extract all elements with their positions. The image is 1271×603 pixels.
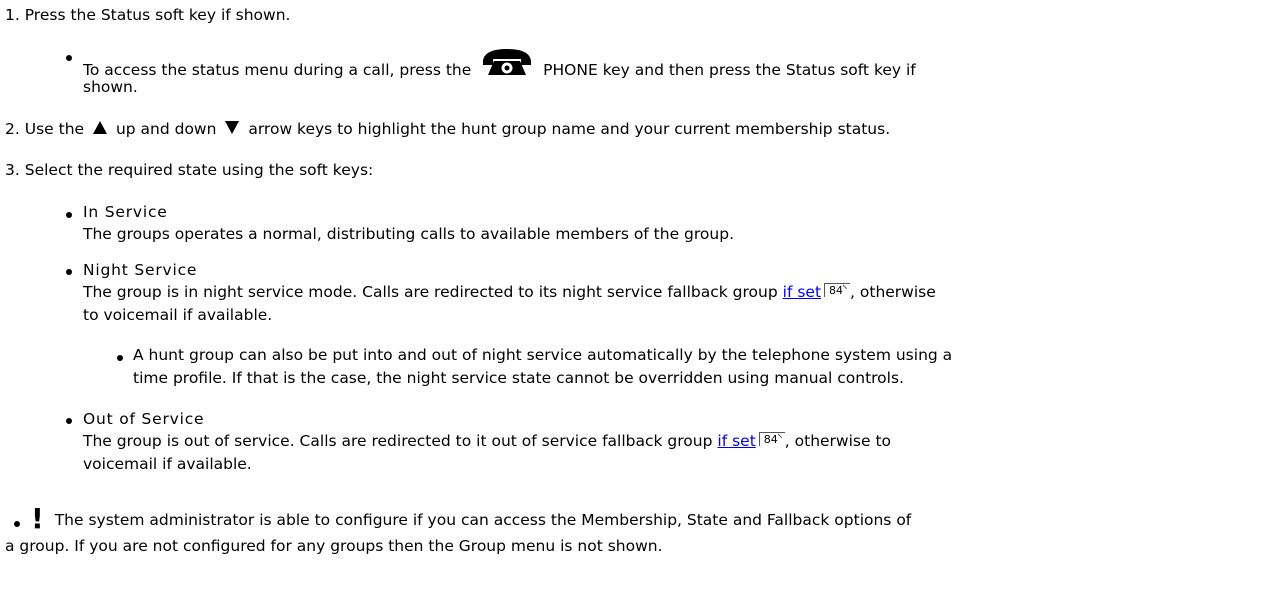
- desc-text: The group is out of service. Calls are r…: [83, 432, 713, 450]
- page-reference[interactable]: 84: [824, 283, 851, 297]
- step-3: 3. Select the required state using the s…: [5, 161, 373, 179]
- admin-note-cont: a group. If you are not configured for a…: [5, 537, 663, 555]
- if-set-link[interactable]: if set: [783, 283, 821, 301]
- page-number: 84: [829, 284, 844, 297]
- option-desc-out-of-service-cont: voicemail if available.: [83, 455, 252, 473]
- bullet: [14, 521, 20, 527]
- option-title-night-service: Night Service: [83, 261, 198, 279]
- phone-icon: [480, 47, 534, 81]
- step-text: Select the required state using the soft…: [24, 161, 374, 179]
- option-desc-out-of-service: The group is out of service. Calls are r…: [83, 432, 891, 450]
- bullet: [117, 355, 123, 361]
- desc-text: , otherwise to: [784, 432, 892, 450]
- corner-icon: [778, 432, 785, 439]
- corner-icon: [843, 283, 850, 290]
- option-title-in-service: In Service: [83, 203, 168, 221]
- desc-text: , otherwise: [850, 283, 936, 301]
- sub-text: PHONE key and then press the Status soft…: [543, 61, 916, 79]
- option-title-out-of-service: Out of Service: [83, 410, 205, 428]
- sub-text: shown.: [83, 78, 138, 96]
- desc-text: The group is in night service mode. Call…: [83, 283, 778, 301]
- night-service-note: A hunt group can also be put into and ou…: [133, 346, 953, 364]
- step-1-sub: To access the status menu during a call,…: [83, 47, 916, 81]
- step-text: up and down: [115, 120, 217, 138]
- step-text: Use the: [24, 120, 85, 138]
- page-number: 84: [763, 433, 778, 446]
- step-2: 2. Use the up and down arrow keys to hig…: [5, 120, 890, 138]
- night-service-note-cont: time profile. If that is the case, the n…: [133, 369, 904, 387]
- option-desc-night-service-cont: to voicemail if available.: [83, 306, 273, 324]
- up-arrow-icon: [93, 120, 107, 138]
- bullet: [66, 418, 72, 424]
- step-1-sub-cont: shown.: [83, 78, 138, 96]
- bullet: [66, 212, 72, 218]
- admin-note: ! The system administrator is able to co…: [31, 502, 911, 535]
- option-desc-night-service: The group is in night service mode. Call…: [83, 283, 936, 301]
- option-desc-in-service: The groups operates a normal, distributi…: [83, 225, 734, 243]
- down-arrow-icon: [225, 120, 240, 138]
- step-number: 3.: [5, 161, 20, 179]
- step-number: 2.: [5, 120, 20, 138]
- if-set-link[interactable]: if set: [717, 432, 755, 450]
- bullet: [66, 269, 72, 275]
- step-text: arrow keys to highlight the hunt group n…: [248, 120, 891, 138]
- step-number: 1.: [5, 6, 20, 24]
- bullet: [66, 55, 72, 61]
- sub-text: To access the status menu during a call,…: [83, 61, 472, 79]
- exclamation-icon: !: [31, 502, 44, 535]
- page-reference[interactable]: 84: [758, 432, 785, 446]
- step-1: 1. Press the Status soft key if shown.: [5, 6, 290, 24]
- note-text: The system administrator is able to conf…: [54, 511, 912, 529]
- step-text: Press the Status soft key if shown.: [24, 6, 291, 24]
